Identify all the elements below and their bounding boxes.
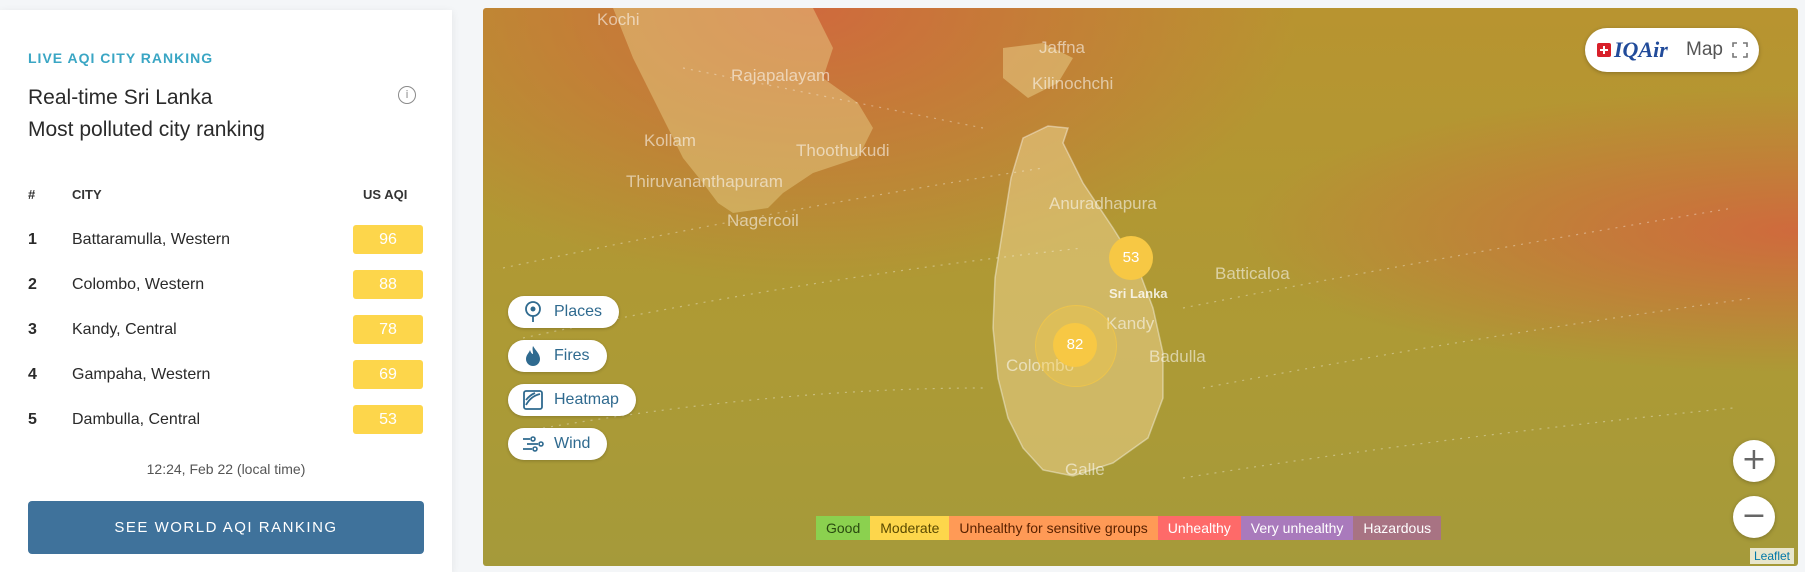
place-kochi: Kochi: [597, 10, 640, 29]
table-row[interactable]: 4 Gampaha, Western 69: [0, 360, 452, 392]
place-galle: Galle: [1065, 460, 1105, 479]
place-jaffna: Jaffna: [1039, 38, 1086, 57]
row-city[interactable]: Kandy, Central: [72, 321, 177, 339]
table-row[interactable]: 3 Kandy, Central 78: [0, 315, 452, 347]
heatmap-label: Heatmap: [554, 391, 619, 408]
table-row[interactable]: 1 Battaramulla, Western 96: [0, 225, 452, 257]
heatmap-icon: [522, 389, 544, 411]
map-pin-icon: [522, 301, 544, 323]
aqi-badge: 78: [353, 315, 423, 344]
row-city[interactable]: Dambulla, Central: [72, 411, 200, 429]
table-row[interactable]: 5 Dambulla, Central 53: [0, 405, 452, 437]
legend-sensitive: Unhealthy for sensitive groups: [949, 516, 1158, 540]
country-label: Sri Lanka: [1109, 286, 1168, 301]
aqi-map[interactable]: Kochi Jaffna Kilinochchi Rajapalayam Kol…: [483, 8, 1798, 566]
flame-icon: [522, 345, 544, 367]
row-rank: 2: [28, 276, 37, 293]
table-row[interactable]: 2 Colombo, Western 88: [0, 270, 452, 302]
wind-toggle[interactable]: Wind: [508, 428, 608, 460]
zoom-in-button[interactable]: +: [1733, 440, 1775, 482]
row-rank: 1: [28, 231, 37, 248]
place-kollam: Kollam: [644, 131, 696, 150]
aqi-badge: 96: [353, 225, 423, 254]
last-updated: 12:24, Feb 22 (local time): [146, 461, 306, 477]
column-rank-header: #: [28, 187, 36, 202]
aqi-marker-sri-lanka[interactable]: 53: [1109, 236, 1153, 280]
legend-moderate: Moderate: [870, 516, 950, 540]
iqair-map-brand[interactable]: IQAir Map: [1585, 28, 1759, 72]
fullscreen-icon[interactable]: [1732, 42, 1748, 58]
panel-eyebrow: LIVE AQI CITY RANKING: [28, 50, 214, 66]
fires-toggle[interactable]: Fires: [508, 340, 607, 372]
row-city[interactable]: Colombo, Western: [72, 276, 204, 294]
wind-label: Wind: [554, 435, 591, 452]
fires-label: Fires: [554, 347, 590, 364]
place-thoothukudi: Thoothukudi: [796, 141, 890, 160]
aqi-legend: Good Moderate Unhealthy for sensitive gr…: [816, 516, 1442, 540]
zoom-out-button[interactable]: −: [1733, 496, 1775, 538]
aqi-badge: 88: [353, 270, 423, 299]
row-rank: 5: [28, 411, 37, 428]
panel-title: Real-time Sri Lanka Most polluted city r…: [28, 82, 265, 146]
place-batticaloa: Batticaloa: [1215, 264, 1290, 283]
column-aqi-header: US AQI: [363, 187, 408, 202]
aqi-badge: 69: [353, 360, 423, 389]
legend-unhealthy: Unhealthy: [1157, 516, 1241, 540]
aqi-badge: 53: [353, 405, 423, 434]
place-badulla: Badulla: [1149, 347, 1206, 366]
row-city[interactable]: Battaramulla, Western: [72, 231, 230, 249]
place-anuradhapura: Anuradhapura: [1049, 194, 1157, 213]
iqair-logo: IQAir: [1614, 37, 1668, 62]
row-rank: 4: [28, 366, 37, 383]
ranking-panel: LIVE AQI CITY RANKING Real-time Sri Lank…: [0, 10, 452, 572]
swiss-flag-icon: [1597, 43, 1611, 57]
panel-title-line1: Real-time Sri Lanka: [28, 86, 213, 109]
legend-hazardous: Hazardous: [1353, 516, 1442, 540]
legend-very-unhealthy: Very unhealthy: [1240, 516, 1354, 540]
places-toggle[interactable]: Places: [508, 296, 620, 328]
see-world-ranking-button[interactable]: SEE WORLD AQI RANKING: [28, 501, 424, 554]
aqi-marker-colombo[interactable]: 82: [1053, 323, 1097, 367]
panel-title-line2: Most polluted city ranking: [28, 118, 265, 141]
map-label: Map: [1686, 39, 1723, 60]
column-city-header: CITY: [72, 187, 102, 202]
info-icon[interactable]: i: [398, 86, 416, 104]
place-nagercoil: Nagercoil: [727, 211, 799, 230]
row-city[interactable]: Gampaha, Western: [72, 366, 210, 384]
place-rajapalayam: Rajapalayam: [731, 66, 831, 85]
wind-icon: [522, 433, 544, 455]
legend-good: Good: [816, 516, 871, 540]
place-kilinochchi: Kilinochchi: [1032, 74, 1114, 93]
leaflet-attribution[interactable]: Leaflet: [1749, 548, 1794, 564]
row-rank: 3: [28, 321, 37, 338]
places-label: Places: [554, 303, 603, 320]
place-thiruvananthapuram: Thiruvananthapuram: [626, 172, 783, 191]
heatmap-toggle[interactable]: Heatmap: [508, 384, 636, 416]
